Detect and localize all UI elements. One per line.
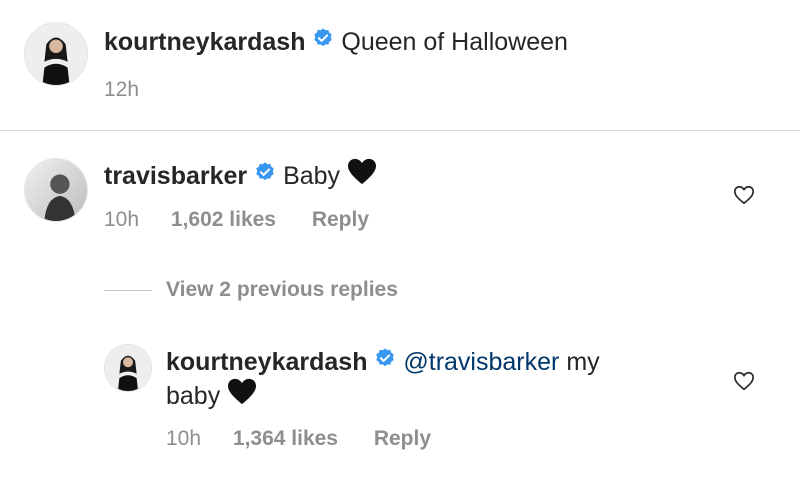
avatar[interactable]	[24, 22, 88, 86]
avatar[interactable]	[24, 158, 88, 222]
reply-time: 10h	[166, 427, 202, 450]
caption-text: Queen of Halloween	[341, 28, 568, 56]
heart-outline-icon[interactable]	[733, 370, 755, 392]
black-heart-emoji	[347, 158, 377, 193]
replies-divider-line	[104, 290, 152, 291]
caption-username[interactable]: kourtneykardash	[104, 28, 305, 56]
view-previous-replies-button[interactable]: View 2 previous replies	[166, 278, 398, 302]
reply-line-2: baby	[166, 378, 257, 415]
reply-line-1: kourtneykardash @travisbarker my	[166, 348, 600, 378]
comment-text: Baby	[283, 162, 341, 191]
reply-likes[interactable]: 1,364 likes	[233, 427, 338, 451]
comment-username[interactable]: travisbarker	[104, 162, 247, 190]
reply-text-line2: baby	[166, 382, 221, 411]
verified-icon	[312, 27, 334, 56]
reply-username[interactable]: kourtneykardash	[166, 348, 367, 376]
caption-time: 12h	[104, 78, 140, 101]
verified-icon	[374, 347, 396, 376]
comments-thread: kourtneykardash Queen of Halloween 12h t…	[0, 0, 800, 482]
black-heart-emoji	[227, 378, 257, 413]
comment-line: travisbarker Baby	[104, 158, 377, 195]
comment-likes[interactable]: 1,602 likes	[171, 208, 276, 232]
divider	[0, 130, 800, 131]
reply-mention-link[interactable]: @travisbarker	[403, 348, 559, 376]
heart-outline-icon[interactable]	[733, 184, 755, 206]
caption-meta: 12h	[104, 78, 139, 102]
avatar[interactable]	[104, 344, 152, 392]
comment-reply-button[interactable]: Reply	[312, 208, 369, 232]
reply-text-line1: my	[566, 348, 600, 376]
reply-reply-button[interactable]: Reply	[374, 427, 431, 451]
verified-icon	[254, 161, 276, 190]
reply-meta: 10h 1,364 likes Reply	[166, 427, 431, 451]
comment-meta: 10h 1,602 likes Reply	[104, 208, 369, 232]
comment-time: 10h	[104, 208, 140, 231]
caption-line: kourtneykardash Queen of Halloween	[104, 28, 568, 58]
